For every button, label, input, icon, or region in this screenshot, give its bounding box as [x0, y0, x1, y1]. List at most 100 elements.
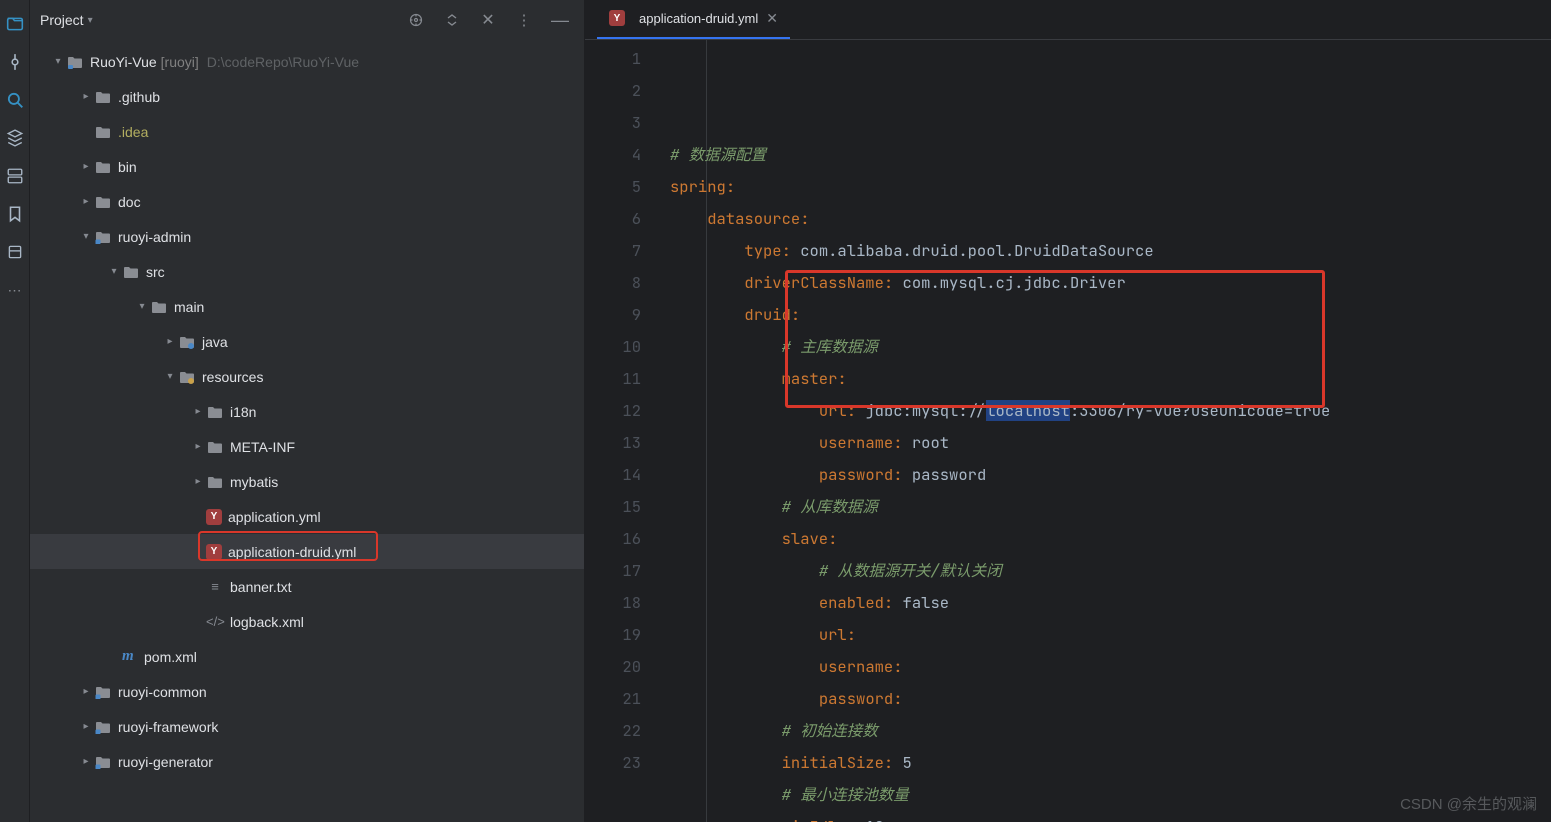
bookmark-tool-icon[interactable] — [6, 205, 24, 223]
structure-tool-icon[interactable] — [6, 129, 24, 147]
line-number: 15 — [585, 491, 641, 523]
tree-arrow[interactable]: ▸ — [190, 476, 206, 487]
tree-arrow[interactable]: ▸ — [190, 406, 206, 417]
tree-item[interactable]: mpom.xml — [30, 639, 584, 674]
line-number: 7 — [585, 235, 641, 267]
project-tool-icon[interactable] — [6, 15, 24, 33]
build-tool-icon[interactable] — [6, 243, 24, 261]
folder-icon — [122, 264, 140, 280]
tree-label: META-INF — [230, 439, 295, 455]
panel-header: Project ▾ ✕ ⋮ — — [30, 0, 584, 40]
code-line[interactable]: # 初始连接数 — [670, 715, 1551, 747]
expand-all-icon[interactable] — [438, 6, 466, 34]
tree-label: ruoyi-admin — [118, 229, 191, 245]
tree-item[interactable]: ▸ruoyi-framework — [30, 709, 584, 744]
code-line[interactable]: # 从库数据源 — [670, 491, 1551, 523]
tree-item[interactable]: ▸doc — [30, 184, 584, 219]
code-line[interactable]: datasource: — [670, 203, 1551, 235]
module-icon — [94, 229, 112, 245]
folder-icon — [206, 474, 224, 490]
db-tool-icon[interactable] — [6, 167, 24, 185]
code-lines[interactable]: # 数据源配置spring: datasource: type: com.ali… — [660, 40, 1551, 822]
tree-item[interactable]: ▸ mybatis — [30, 464, 584, 499]
source-folder-icon — [178, 334, 196, 350]
text-file-icon: ≡ — [206, 579, 224, 594]
line-number: 22 — [585, 715, 641, 747]
code-line[interactable]: slave: — [670, 523, 1551, 555]
code-line[interactable]: # 从数据源开关/默认关闭 — [670, 555, 1551, 587]
code-line[interactable]: username: root — [670, 427, 1551, 459]
code-line[interactable]: # 主库数据源 — [670, 331, 1551, 363]
collapse-icon[interactable]: ✕ — [474, 6, 502, 34]
line-number: 23 — [585, 747, 641, 779]
code-line[interactable]: password: password — [670, 459, 1551, 491]
hide-icon[interactable]: — — [546, 6, 574, 34]
code-line[interactable]: druid: — [670, 299, 1551, 331]
tree-item[interactable]: ▸bin — [30, 149, 584, 184]
tree-item[interactable]: Yapplication-druid.yml — [30, 534, 584, 569]
code-line[interactable]: master: — [670, 363, 1551, 395]
line-number: 6 — [585, 203, 641, 235]
code-line[interactable]: enabled: false — [670, 587, 1551, 619]
tree-item[interactable]: ▾ resources — [30, 359, 584, 394]
code-line[interactable]: url: — [670, 619, 1551, 651]
tree-item[interactable]: ▸ i18n — [30, 394, 584, 429]
tree-label: mybatis — [230, 474, 278, 490]
line-number: 8 — [585, 267, 641, 299]
line-number: 10 — [585, 331, 641, 363]
tree-item[interactable]: ▸java — [30, 324, 584, 359]
tree-arrow[interactable]: ▾ — [78, 231, 94, 242]
tree-label: resources — [202, 369, 263, 385]
commit-tool-icon[interactable] — [6, 53, 24, 71]
tree-label: i18n — [230, 404, 256, 420]
tree-item[interactable]: </>logback.xml — [30, 604, 584, 639]
close-icon[interactable]: ✕ — [766, 10, 778, 27]
tree-item[interactable]: .idea — [30, 114, 584, 149]
yaml-icon: Y — [206, 509, 222, 525]
tree-arrow[interactable]: ▸ — [162, 336, 178, 347]
watermark: CSDN @余生的观澜 — [1400, 793, 1537, 814]
code-line[interactable]: # 数据源配置 — [670, 139, 1551, 171]
tree-label: main — [174, 299, 204, 315]
code-line[interactable]: password: — [670, 683, 1551, 715]
tab-application-druid[interactable]: Y application-druid.yml ✕ — [597, 0, 790, 39]
tree-item[interactable]: ▾ ruoyi-admin — [30, 219, 584, 254]
more-tool-icon[interactable]: ⋯ — [6, 281, 24, 299]
line-number: 20 — [585, 651, 641, 683]
tree-arrow[interactable]: ▸ — [78, 686, 94, 697]
tab-label: application-druid.yml — [639, 11, 758, 26]
options-icon[interactable]: ⋮ — [510, 6, 538, 34]
tree-arrow[interactable]: ▸ — [78, 91, 94, 102]
tree-item[interactable]: ▸ruoyi-common — [30, 674, 584, 709]
code-line[interactable]: type: com.alibaba.druid.pool.DruidDataSo… — [670, 235, 1551, 267]
code-view[interactable]: 1234567891011121314151617181920212223 # … — [585, 40, 1551, 822]
tree-arrow[interactable]: ▸ — [78, 756, 94, 767]
tree-arrow[interactable]: ▸ — [78, 196, 94, 207]
code-line[interactable]: url: jdbc:mysql://localhost:3306/ry-vue?… — [670, 395, 1551, 427]
panel-title[interactable]: Project ▾ — [40, 12, 93, 28]
folder-icon — [94, 194, 112, 210]
tree-arrow[interactable]: ▸ — [78, 721, 94, 732]
tree-item[interactable]: ▾src — [30, 254, 584, 289]
tree-item[interactable]: ▾ main — [30, 289, 584, 324]
tree-arrow[interactable]: ▾ — [106, 266, 122, 277]
select-opened-icon[interactable] — [402, 6, 430, 34]
folder-icon — [206, 404, 224, 420]
code-line[interactable]: username: — [670, 651, 1551, 683]
tree-root-node[interactable]: ▾ RuoYi-Vue [ruoyi] D:\codeRepo\RuoYi-Vu… — [30, 44, 584, 79]
tree-item[interactable]: ≡banner.txt — [30, 569, 584, 604]
code-line[interactable]: initialSize: 5 — [670, 747, 1551, 779]
tree-item[interactable]: ▸ruoyi-generator — [30, 744, 584, 779]
tree-arrow[interactable]: ▸ — [190, 441, 206, 452]
code-line[interactable]: driverClassName: com.mysql.cj.jdbc.Drive… — [670, 267, 1551, 299]
tree-item[interactable]: ▸ META-INF — [30, 429, 584, 464]
tree-arrow[interactable]: ▾ — [134, 301, 150, 312]
tree-arrow[interactable]: ▾ — [162, 371, 178, 382]
tree-item[interactable]: ▸.github — [30, 79, 584, 114]
tree-item[interactable]: Yapplication.yml — [30, 499, 584, 534]
project-tree[interactable]: ▾ RuoYi-Vue [ruoyi] D:\codeRepo\RuoYi-Vu… — [30, 40, 584, 822]
tree-arrow[interactable]: ▸ — [78, 161, 94, 172]
search-tool-icon[interactable] — [6, 91, 24, 109]
code-line[interactable]: spring: — [670, 171, 1551, 203]
chevron-down-icon[interactable]: ▾ — [50, 56, 66, 67]
